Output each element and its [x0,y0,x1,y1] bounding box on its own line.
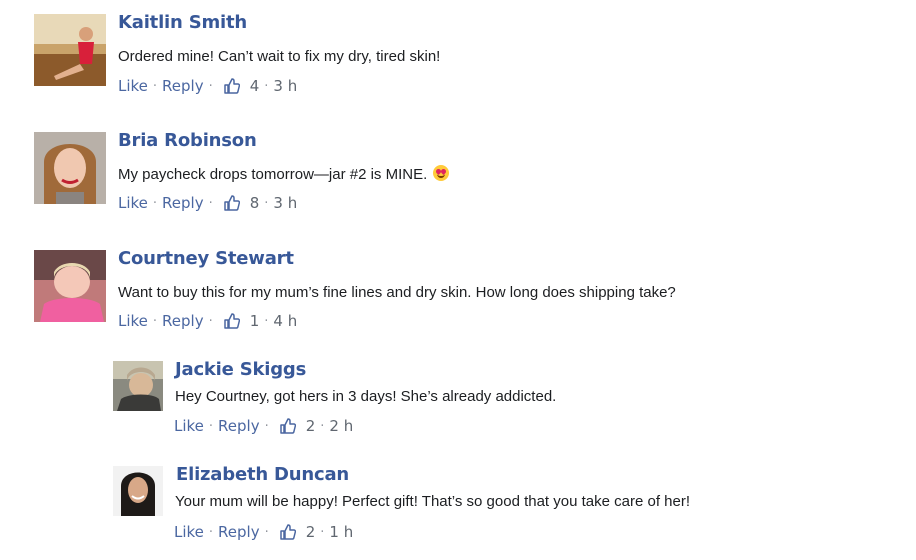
commenter-name[interactable]: Courtney Stewart [118,248,294,269]
avatar-image [113,466,163,516]
comment-actions: Like · Reply · 1 · 4 h [118,312,297,330]
like-count[interactable]: 4 [250,77,260,95]
avatar[interactable] [113,466,163,516]
avatar-image [113,361,163,411]
separator: · [152,195,158,211]
separator: · [152,78,158,94]
like-link[interactable]: Like [118,77,148,95]
reply-item: Jackie Skiggs Hey Courtney, got hers in … [113,359,813,441]
like-link[interactable]: Like [118,194,148,212]
commenter-name[interactable]: Kaitlin Smith [118,12,247,33]
separator: · [208,78,213,94]
comment-item: Bria Robinson My paycheck drops tomorrow… [34,130,734,222]
like-count[interactable]: 2 [306,417,316,435]
timestamp[interactable]: 1 h [329,523,353,541]
comment-item: Kaitlin Smith Ordered mine! Can’t wait t… [34,12,734,104]
separator: · [208,195,213,211]
reply-link[interactable]: Reply [218,417,260,435]
separator: · [264,313,269,329]
timestamp[interactable]: 3 h [273,194,297,212]
avatar[interactable] [34,250,106,322]
comment-text: Your mum will be happy! Perfect gift! Th… [175,493,691,510]
comment-actions: Like · Reply · 2 · 2 h [174,417,353,435]
like-count[interactable]: 8 [250,194,260,212]
separator: · [208,524,214,540]
comment-text: Ordered mine! Can’t wait to fix my dry, … [118,48,441,65]
avatar[interactable] [34,14,106,86]
separator: · [320,524,325,540]
comment-text: My paycheck drops tomorrow—jar #2 is MIN… [118,165,450,183]
like-link[interactable]: Like [174,523,204,541]
thumbs-up-icon[interactable] [223,195,240,211]
comment-item: Courtney Stewart Want to buy this for my… [34,248,794,340]
thumbs-up-icon[interactable] [279,524,296,540]
commenter-name[interactable]: Bria Robinson [118,130,257,151]
separator: · [264,418,269,434]
comment-text: Want to buy this for my mum’s fine lines… [118,284,676,301]
comment-actions: Like · Reply · 4 · 3 h [118,77,297,95]
like-link[interactable]: Like [174,417,204,435]
commenter-name[interactable]: Elizabeth Duncan [176,464,349,485]
like-count[interactable]: 2 [306,523,316,541]
separator: · [152,313,158,329]
separator: · [208,418,214,434]
avatar[interactable] [34,132,106,204]
timestamp[interactable]: 2 h [329,417,353,435]
thumbs-up-icon[interactable] [279,418,296,434]
reply-link[interactable]: Reply [162,194,204,212]
separator: · [264,195,269,211]
comment-actions: Like · Reply · 8 · 3 h [118,194,297,212]
like-count[interactable]: 1 [250,312,260,330]
avatar-image [34,132,106,204]
avatar-image [34,14,106,86]
like-link[interactable]: Like [118,312,148,330]
timestamp[interactable]: 4 h [273,312,297,330]
separator: · [264,524,269,540]
avatar[interactable] [113,361,163,411]
reply-link[interactable]: Reply [218,523,260,541]
reply-link[interactable]: Reply [162,312,204,330]
thumbs-up-icon[interactable] [223,313,240,329]
avatar-image [34,250,106,322]
heart-eyes-emoji [433,165,450,181]
comment-text: Hey Courtney, got hers in 3 days! She’s … [175,388,557,405]
comment-actions: Like · Reply · 2 · 1 h [174,523,353,541]
separator: · [264,78,269,94]
timestamp[interactable]: 3 h [273,77,297,95]
separator: · [208,313,213,329]
reply-item: Elizabeth Duncan Your mum will be happy!… [113,464,813,546]
separator: · [320,418,325,434]
comment-text-body: My paycheck drops tomorrow—jar #2 is MIN… [118,166,428,183]
thumbs-up-icon[interactable] [223,78,240,94]
commenter-name[interactable]: Jackie Skiggs [175,359,306,380]
reply-link[interactable]: Reply [162,77,204,95]
